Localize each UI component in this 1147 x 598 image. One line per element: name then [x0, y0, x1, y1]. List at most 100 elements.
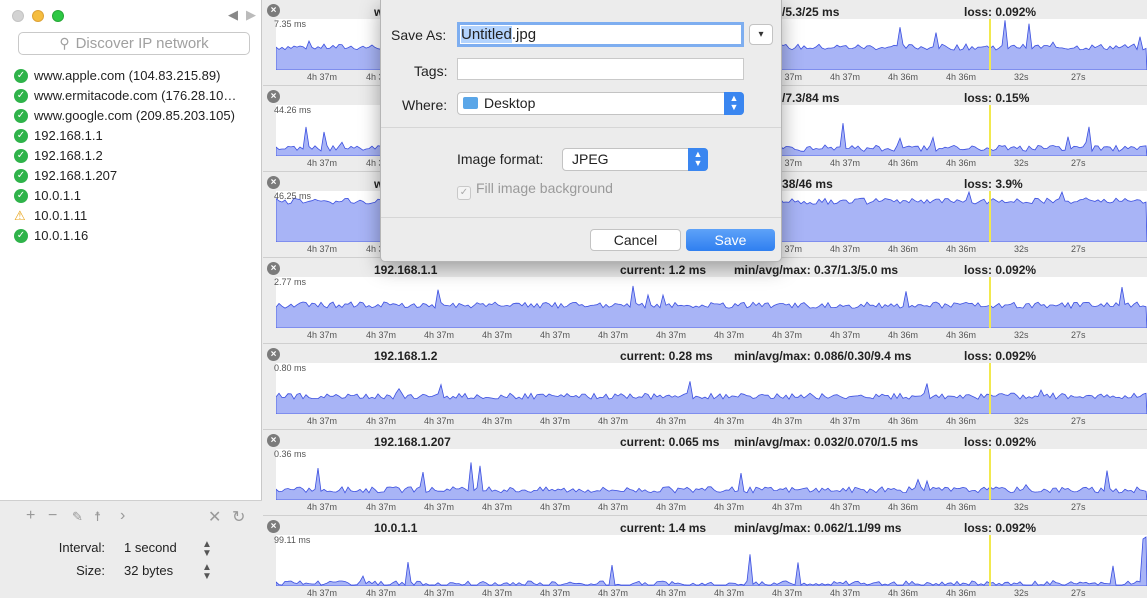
size-label: Size:	[76, 563, 105, 578]
add-icon[interactable]: +	[26, 507, 35, 525]
folder-icon	[463, 97, 478, 109]
popup-arrows-icon: ▲ ▼	[688, 148, 708, 171]
time-tick: 27s	[1071, 588, 1086, 598]
run-icon[interactable]: ☨	[94, 509, 101, 525]
close-panel-icon[interactable]: ×	[267, 90, 280, 103]
expand-dialog-button[interactable]: ▾	[749, 24, 773, 45]
fill-background-label: Fill image background	[476, 180, 613, 196]
time-tick: 4h 37m	[482, 588, 513, 598]
host-label: 192.168.1.2	[34, 148, 103, 163]
fill-background-checkbox[interactable]: ✓ Fill image background	[457, 180, 613, 200]
size-setting: Size: 32 bytes ▲ ▼	[0, 563, 262, 583]
host-list-item[interactable]: ✓ 10.0.1.1	[14, 186, 260, 206]
chevron-right-icon[interactable]: ›	[120, 507, 125, 525]
time-tick: 4h 36m	[946, 502, 977, 512]
time-tick: 4h 37m	[714, 588, 745, 598]
time-tick: 4h 36m	[946, 244, 977, 254]
edit-pencil-icon[interactable]: ✎	[72, 509, 83, 525]
time-tick: 4h 37m	[307, 330, 338, 340]
check-circle-icon: ✓	[14, 129, 28, 143]
time-tick: 32s	[1014, 244, 1029, 254]
latency-graph	[276, 363, 1147, 414]
time-axis: 4h 37m 4h 37m 4h 37m 4h 37m 4h 37m 4h 37m 4h 3…	[263, 502, 1147, 514]
tags-field[interactable]	[457, 58, 744, 80]
time-tick: 32s	[1014, 502, 1029, 512]
host-list-item[interactable]: ✓ www.apple.com (104.83.215.89)	[14, 66, 260, 86]
clear-x-icon[interactable]: ✕	[208, 507, 221, 527]
panel-loss: loss: 0.092%	[964, 263, 1037, 277]
host-list-item[interactable]: ✓ 192.168.1.1	[14, 126, 260, 146]
interval-stepper-icon[interactable]: ▲ ▼	[202, 540, 212, 559]
interval-setting: Interval: 1 second ▲ ▼	[0, 540, 262, 560]
panel-loss: loss: 0.092%	[964, 5, 1037, 19]
panel-loss: loss: 0.092%	[964, 435, 1037, 449]
host-list-item[interactable]: ✓ 10.0.1.16	[14, 226, 260, 246]
filename-selected-text: Untitled	[461, 26, 512, 43]
time-tick: 27s	[1071, 502, 1086, 512]
time-tick: 4h 37m	[424, 502, 455, 512]
close-panel-icon[interactable]: ×	[267, 520, 280, 533]
time-tick: 4h 36m	[888, 588, 919, 598]
time-tick: 4h 37m	[656, 502, 687, 512]
panel-max-label: 44.26 ms	[274, 105, 312, 115]
time-tick: 4h 36m	[888, 502, 919, 512]
save-as-field[interactable]: Untitled.jpg	[457, 22, 744, 47]
panel-host: 192.168.1.207	[374, 435, 451, 449]
check-circle-icon: ✓	[14, 109, 28, 123]
time-tick: 4h 37m	[307, 72, 338, 82]
where-value: Desktop	[484, 95, 536, 111]
latency-plot	[276, 535, 1147, 586]
zoom-window-button[interactable]	[52, 10, 64, 22]
image-format-select[interactable]: JPEG ▲ ▼	[562, 148, 708, 171]
interval-value[interactable]: 1 second	[124, 540, 177, 555]
time-tick: 32s	[1014, 72, 1029, 82]
panel-stats: min/avg/max: 0.062/1.1/99 ms	[734, 521, 902, 535]
panel-stats: min/avg/max: 0.032/0.070/1.5 ms	[734, 435, 919, 449]
close-panel-icon[interactable]: ×	[267, 434, 280, 447]
forward-arrow-icon[interactable]: ▶	[246, 7, 256, 23]
close-panel-icon[interactable]: ×	[267, 4, 280, 17]
time-tick: 4h 37m	[540, 416, 571, 426]
search-icon: ⚲	[59, 35, 70, 51]
time-tick: 4h 36m	[946, 416, 977, 426]
time-tick: 32s	[1014, 330, 1029, 340]
check-circle-icon: ✓	[14, 149, 28, 163]
cancel-button[interactable]: Cancel	[590, 229, 681, 251]
save-dialog: Save As: Untitled.jpg ▾ Tags: Where: Des…	[380, 0, 782, 262]
close-panel-icon[interactable]: ×	[267, 176, 280, 189]
close-panel-icon[interactable]: ×	[267, 262, 280, 275]
where-select[interactable]: Desktop ▲ ▼	[457, 92, 744, 115]
time-tick: 4h 37m	[366, 588, 397, 598]
host-list-item[interactable]: ✓ www.ermitacode.com (176.28.10…	[14, 86, 260, 106]
remove-icon[interactable]: −	[48, 507, 57, 525]
save-button[interactable]: Save	[686, 229, 775, 251]
host-list-item[interactable]: ⚠ 10.0.1.11	[14, 206, 260, 226]
search-input[interactable]: ⚲ Discover IP network	[18, 32, 250, 55]
close-panel-icon[interactable]: ×	[267, 348, 280, 361]
panel-loss: loss: 0.092%	[964, 521, 1037, 535]
refresh-icon[interactable]: ↻	[232, 507, 245, 527]
time-tick: 4h 37m	[656, 330, 687, 340]
minimize-window-button[interactable]	[32, 10, 44, 22]
host-list-item[interactable]: ✓ www.google.com (209.85.203.105)	[14, 106, 260, 126]
size-value[interactable]: 32 bytes	[124, 563, 173, 578]
panel-max-label: 46.25 ms	[274, 191, 312, 201]
time-tick: 4h 37m	[307, 244, 338, 254]
time-tick: 4h 36m	[888, 416, 919, 426]
host-list-item[interactable]: ✓ 192.168.1.2	[14, 146, 260, 166]
host-list-item[interactable]: ✓ 192.168.1.207	[14, 166, 260, 186]
time-tick: 4h 37m	[714, 416, 745, 426]
panel-loss: loss: 0.092%	[964, 349, 1037, 363]
back-arrow-icon[interactable]: ◀	[228, 7, 238, 23]
time-tick: 4h 37m	[830, 502, 861, 512]
time-axis: 4h 37m 4h 37m 4h 37m 4h 37m 4h 37m 4h 37m 4h 3…	[263, 416, 1147, 428]
time-tick: 27s	[1071, 244, 1086, 254]
time-tick: 4h 36m	[946, 330, 977, 340]
time-tick: 4h 37m	[714, 330, 745, 340]
time-tick: 4h 37m	[598, 330, 629, 340]
warning-icon: ⚠	[14, 208, 26, 223]
time-tick: 32s	[1014, 158, 1029, 168]
time-tick: 4h 37m	[307, 158, 338, 168]
size-stepper-icon[interactable]: ▲ ▼	[202, 563, 212, 582]
close-window-button[interactable]	[12, 10, 24, 22]
